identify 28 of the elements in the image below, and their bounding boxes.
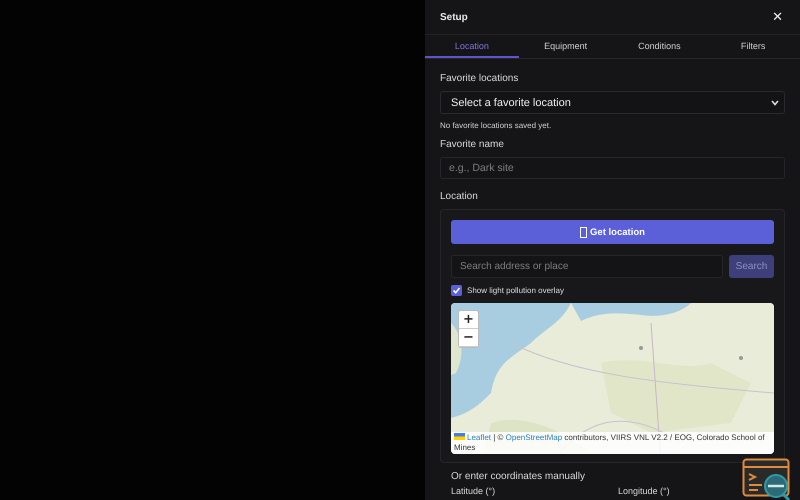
zoom-in-button[interactable]: +: [459, 311, 478, 329]
tab[interactable]: Equipment: [518, 35, 612, 58]
attribution-link[interactable]: OpenStreetMap: [506, 433, 562, 442]
zoom-out-button[interactable]: −: [459, 329, 478, 347]
map-attribution: Leaflet | © OpenStreetMap contributors, VIIRS VNL V2.2 / EOG, Colorado School of Mines: [451, 432, 774, 454]
attribution-link[interactable]: Leaflet: [467, 433, 492, 442]
missing-glyph-icon: [580, 226, 588, 238]
field-label: Favorite locations: [440, 73, 520, 84]
checkbox-label: Show light pollution overlay: [467, 286, 564, 295]
tab[interactable]: Filters: [706, 35, 800, 58]
field-label: Longitude (°): [618, 486, 671, 496]
field-label: Latitude (°): [451, 486, 496, 496]
checkbox[interactable]: [451, 285, 462, 296]
helper-text: No favorite locations saved yet.: [440, 121, 552, 130]
tab[interactable]: Conditions: [612, 35, 706, 58]
flag-icon: [454, 433, 465, 440]
floating-widget-icon[interactable]: [742, 458, 792, 500]
field-label: Favorite name: [440, 139, 505, 150]
section-note: Or enter coordinates manually: [451, 471, 586, 482]
favorite-location-select[interactable]: Select a favorite location: [440, 91, 785, 114]
tab[interactable]: Location: [425, 35, 519, 58]
favorite-name-field[interactable]: e.g., Dark site: [440, 157, 785, 179]
address-search-field[interactable]: Search address or place: [451, 255, 723, 278]
field-label: Location: [440, 191, 479, 202]
get-location-button[interactable]: Get location: [451, 220, 774, 244]
chevron-down-icon: [771, 100, 779, 106]
panel-title: Setup: [440, 12, 468, 22]
close-button[interactable]: ✕: [770, 10, 785, 24]
